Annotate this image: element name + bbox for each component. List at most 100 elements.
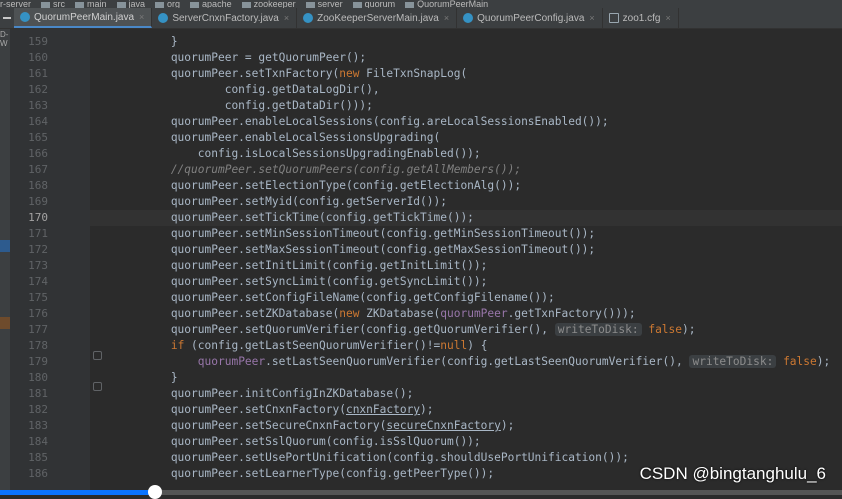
line-number: 164	[28, 115, 48, 128]
line-number: 165	[28, 131, 48, 144]
code-line[interactable]: config.isLocalSessionsUpgradingEnabled()…	[90, 146, 842, 162]
breadcrumb-item[interactable]: src	[41, 0, 65, 8]
editor-tab[interactable]: QuorumPeerConfig.java ×	[457, 8, 603, 28]
menu-icon[interactable]	[0, 8, 14, 28]
code-line[interactable]: quorumPeer.enableLocalSessionsUpgrading(	[90, 130, 842, 146]
code-token: false	[648, 323, 683, 336]
code-line[interactable]: quorumPeer.setSyncLimit(config.getSyncLi…	[90, 274, 842, 290]
code-line[interactable]: quorumPeer.setConfigFileName(config.getC…	[90, 290, 842, 306]
code-token: quorumPeer.setMaxSessionTimeout(config.g…	[90, 243, 596, 256]
code-line[interactable]: quorumPeer.setZKDatabase(new ZKDatabase(…	[90, 306, 842, 322]
line-number: 177	[28, 323, 48, 336]
tab-label: ServerCnxnFactory.java	[172, 12, 279, 24]
editor-tab[interactable]: QuorumPeerMain.java ×	[14, 8, 153, 28]
code-token: //quorumPeer.setQuorumPeers(config.getAl…	[90, 163, 522, 176]
code-line[interactable]: quorumPeer.setSslQuorum(config.isSslQuor…	[90, 434, 842, 450]
code-line[interactable]: }	[90, 34, 842, 50]
breadcrumb-item[interactable]: QuorumPeerMain	[405, 0, 488, 8]
breadcrumb-item[interactable]: quorum	[352, 0, 395, 8]
code-line[interactable]: quorumPeer.setMyid(config.getServerId())…	[90, 194, 842, 210]
breadcrumb-item[interactable]: apache	[190, 0, 232, 8]
line-number: 176	[28, 307, 48, 320]
breadcrumb-item[interactable]: r-server	[0, 0, 31, 8]
code-line[interactable]: quorumPeer.setSecureCnxnFactory(secureCn…	[90, 418, 842, 434]
code-line[interactable]: quorumPeer.setMinSessionTimeout(config.g…	[90, 226, 842, 242]
code-token: if	[170, 339, 185, 352]
line-number: 169	[28, 195, 48, 208]
tab-close-icon[interactable]: ×	[284, 13, 289, 23]
code-line[interactable]: if (config.getLastSeenQuorumVerifier()!=…	[90, 338, 842, 354]
breadcrumb-item[interactable]: server	[305, 0, 343, 8]
line-number: 175	[28, 291, 48, 304]
code-line[interactable]: config.getDataDir()));	[90, 98, 842, 114]
code-line[interactable]: quorumPeer.setTickTime(config.getTickTim…	[90, 210, 842, 226]
debug-marker	[0, 317, 10, 329]
folder-icon	[190, 1, 200, 8]
tab-close-icon[interactable]: ×	[589, 13, 594, 23]
code-line[interactable]: quorumPeer.setInitLimit(config.getInitLi…	[90, 258, 842, 274]
code-line[interactable]: quorumPeer.setTxnFactory(new FileTxnSnap…	[90, 66, 842, 82]
code-token: .getTxnFactory()));	[507, 307, 636, 320]
editor-tab[interactable]: ZooKeeperServerMain.java ×	[297, 8, 458, 28]
code-token: quorumPeer.setQuorumVerifier(config.getQ…	[90, 323, 555, 336]
breadcrumb: r-server src main java org apache zookeeper ser…	[0, 0, 842, 8]
video-progress-knob[interactable]	[147, 485, 162, 499]
left-tool-strip: D-W	[0, 29, 10, 495]
code-token: ZKDatabase(	[359, 307, 441, 320]
code-token: quorumPeer.setSyncLimit(config.getSyncLi…	[90, 275, 488, 288]
editor-tab-bar: QuorumPeerMain.java × ServerCnxnFactory.ja…	[0, 8, 842, 29]
code-token: config.getDataLogDir(),	[90, 83, 380, 96]
side-label: D-W	[0, 30, 9, 48]
editor-tab[interactable]: zoo1.cfg ×	[603, 8, 679, 28]
code-token: quorumPeer.setZKDatabase(	[90, 307, 340, 320]
code-token: quorumPeer.setInitLimit(config.getInitLi…	[90, 259, 488, 272]
editor-tab[interactable]: ServerCnxnFactory.java ×	[152, 8, 298, 28]
breadcrumb-item[interactable]: main	[75, 0, 107, 8]
tab-close-icon[interactable]: ×	[139, 12, 144, 22]
code-token: quorumPeer.setCnxnFactory(	[90, 403, 346, 416]
code-line[interactable]: quorumPeer.enableLocalSessions(config.ar…	[90, 114, 842, 130]
tab-label: ZooKeeperServerMain.java	[317, 12, 439, 24]
code-line[interactable]: quorumPeer.setQuorumVerifier(config.getQ…	[90, 322, 842, 338]
code-line[interactable]: quorumPeer.setCnxnFactory(cnxnFactory);	[90, 402, 842, 418]
code-token: quorumPeer.enableLocalSessions(config.ar…	[90, 115, 609, 128]
line-number: 184	[28, 435, 48, 448]
tab-close-icon[interactable]: ×	[665, 13, 670, 23]
code-token: quorumPeer = getQuorumPeer();	[90, 51, 367, 64]
code-line[interactable]: quorumPeer.setMaxSessionTimeout(config.g…	[90, 242, 842, 258]
breadcrumb-label: java	[128, 0, 146, 8]
breadcrumb-item[interactable]: java	[116, 0, 146, 8]
code-token: quorumPeer	[197, 355, 266, 368]
config-file-icon	[608, 13, 619, 23]
tab-close-icon[interactable]: ×	[444, 13, 449, 23]
code-token: }	[90, 371, 178, 384]
code-editor[interactable]: } quorumPeer = getQuorumPeer(); quorumPe…	[90, 29, 842, 495]
breadcrumb-label: main	[87, 0, 107, 8]
code-line[interactable]: //quorumPeer.setQuorumPeers(config.getAl…	[90, 162, 842, 178]
code-line[interactable]: quorumPeer = getQuorumPeer();	[90, 50, 842, 66]
code-token: quorumPeer.setSslQuorum(config.isSslQuor…	[90, 435, 481, 448]
video-progress-bar[interactable]	[0, 485, 842, 499]
code-token: );	[420, 403, 434, 416]
code-line[interactable]: quorumPeer.initConfigInZKDatabase();	[90, 386, 842, 402]
code-line[interactable]: }	[90, 370, 842, 386]
breadcrumb-label: r-server	[0, 0, 31, 8]
code-token: false	[783, 355, 817, 368]
code-token: new	[339, 307, 360, 320]
breadcrumb-item[interactable]: org	[155, 0, 180, 8]
code-token: );	[682, 323, 696, 336]
code-line[interactable]: config.getDataLogDir(),	[90, 82, 842, 98]
breadcrumb-label: zookeeper	[253, 0, 296, 8]
line-number: 161	[28, 67, 48, 80]
code-line[interactable]: quorumPeer.setLastSeenQuorumVerifier(con…	[90, 354, 842, 370]
folder-icon	[155, 1, 165, 8]
code-token: quorumPeer	[440, 307, 508, 320]
code-token: FileTxnSnapLog(	[359, 67, 468, 80]
folder-icon	[241, 1, 251, 8]
java-class-icon	[158, 13, 169, 23]
breadcrumb-item[interactable]: zookeeper	[241, 0, 296, 8]
code-token: quorumPeer.setTxnFactory(	[90, 67, 340, 80]
code-line[interactable]: quorumPeer.setElectionType(config.getEle…	[90, 178, 842, 194]
code-token: (config.getLastSeenQuorumVerifier()!=	[184, 339, 441, 352]
code-token: );	[500, 419, 515, 432]
